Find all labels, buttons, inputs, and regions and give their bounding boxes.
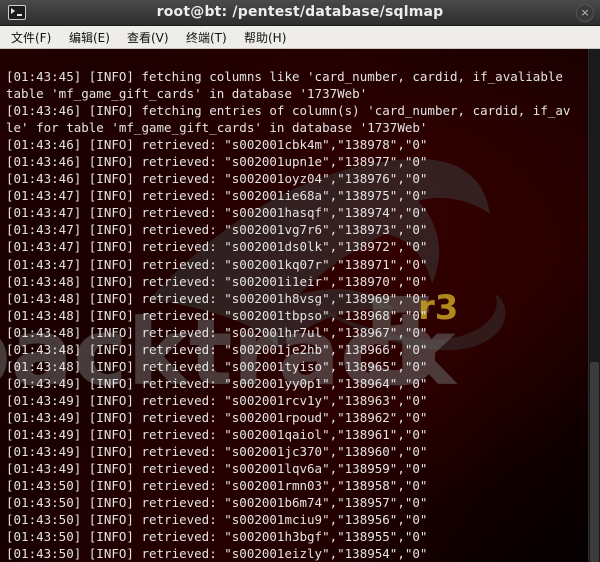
terminal-window: root@bt: /pentest/database/sqlmap × 文件(F… — [0, 0, 600, 562]
output-line: [01:43:48] [INFO] retrieved: "s002001hr7… — [6, 324, 428, 340]
output-line: [01:43:47] [INFO] retrieved: "s002001kq0… — [6, 256, 428, 272]
output-line: [01:43:50] [INFO] retrieved: "s002001eiz… — [6, 546, 428, 562]
output-line: [01:43:46] [INFO] retrieved: "s002001upn… — [6, 154, 428, 170]
output-line: [01:43:47] [INFO] retrieved: "s002001ds0… — [6, 239, 428, 255]
output-line: [01:43:45] [INFO] fetching columns like … — [6, 69, 563, 84]
output-line: [01:43:48] [INFO] retrieved: "s002001je2… — [6, 341, 428, 357]
output-line: [01:43:48] [INFO] retrieved: "s002001h8v… — [6, 290, 428, 306]
output-line: [01:43:50] [INFO] retrieved: "s002001rmn… — [6, 478, 428, 494]
output-line: [01:43:47] [INFO] retrieved: "s002001has… — [6, 205, 428, 221]
menu-view[interactable]: 查看(V) — [127, 29, 169, 46]
output-line: [01:43:49] [INFO] retrieved: "s002001lqv… — [6, 461, 428, 477]
menu-help[interactable]: 帮助(H) — [244, 29, 286, 46]
output-line: [01:43:46] [INFO] fetching entries of co… — [6, 103, 571, 119]
output-line: table 'mf_game_gift_cards' in database '… — [6, 86, 368, 102]
output-line: [01:43:47] [INFO] retrieved: "s002001ie6… — [6, 188, 428, 204]
output-line: [01:43:50] [INFO] retrieved: "s002001h3b… — [6, 529, 428, 545]
terminal-output[interactable]: backtrack 5 r3 [01:43:45] [INFO] fetchin… — [0, 49, 589, 562]
menu-terminal[interactable]: 终端(T) — [186, 29, 227, 46]
title-bar[interactable]: root@bt: /pentest/database/sqlmap × — [0, 0, 600, 26]
menu-file[interactable]: 文件(F) — [11, 29, 51, 46]
output-lines: [01:43:45] [INFO] fetching columns like … — [6, 68, 570, 562]
output-line: [01:43:46] [INFO] retrieved: "s002001oyz… — [6, 171, 428, 187]
vertical-scrollbar[interactable] — [588, 49, 600, 562]
menu-bar: 文件(F) 编辑(E) 查看(V) 终端(T) 帮助(H) — [0, 26, 600, 49]
output-line: [01:43:47] [INFO] retrieved: "s002001vg7… — [6, 222, 428, 238]
output-line: [01:43:48] [INFO] retrieved: "s002001tyi… — [6, 358, 428, 374]
output-line: le' for table 'mf_game_gift_cards' in da… — [6, 120, 428, 136]
output-line: [01:43:49] [INFO] retrieved: "s002001jc3… — [6, 444, 428, 460]
output-line: [01:43:48] [INFO] retrieved: "s002001i1e… — [6, 273, 428, 289]
close-button[interactable]: × — [576, 4, 594, 22]
output-line: [01:43:49] [INFO] retrieved: "s002001rcv… — [6, 392, 428, 408]
output-line: [01:43:48] [INFO] retrieved: "s002001tbp… — [6, 307, 428, 323]
window-title: root@bt: /pentest/database/sqlmap — [156, 4, 444, 20]
output-line: [01:43:49] [INFO] retrieved: "s002001yy0… — [6, 375, 428, 391]
output-line: [01:43:46] [INFO] retrieved: "s002001cbk… — [6, 137, 428, 153]
menu-edit[interactable]: 编辑(E) — [69, 29, 110, 46]
output-line: [01:43:50] [INFO] retrieved: "s002001mci… — [6, 512, 428, 528]
output-line: [01:43:50] [INFO] retrieved: "s002001b6m… — [6, 495, 428, 511]
scrollbar-thumb[interactable] — [590, 362, 599, 562]
output-line: [01:43:49] [INFO] retrieved: "s002001qai… — [6, 426, 428, 442]
output-line: [01:43:49] [INFO] retrieved: "s002001rpo… — [6, 409, 428, 425]
